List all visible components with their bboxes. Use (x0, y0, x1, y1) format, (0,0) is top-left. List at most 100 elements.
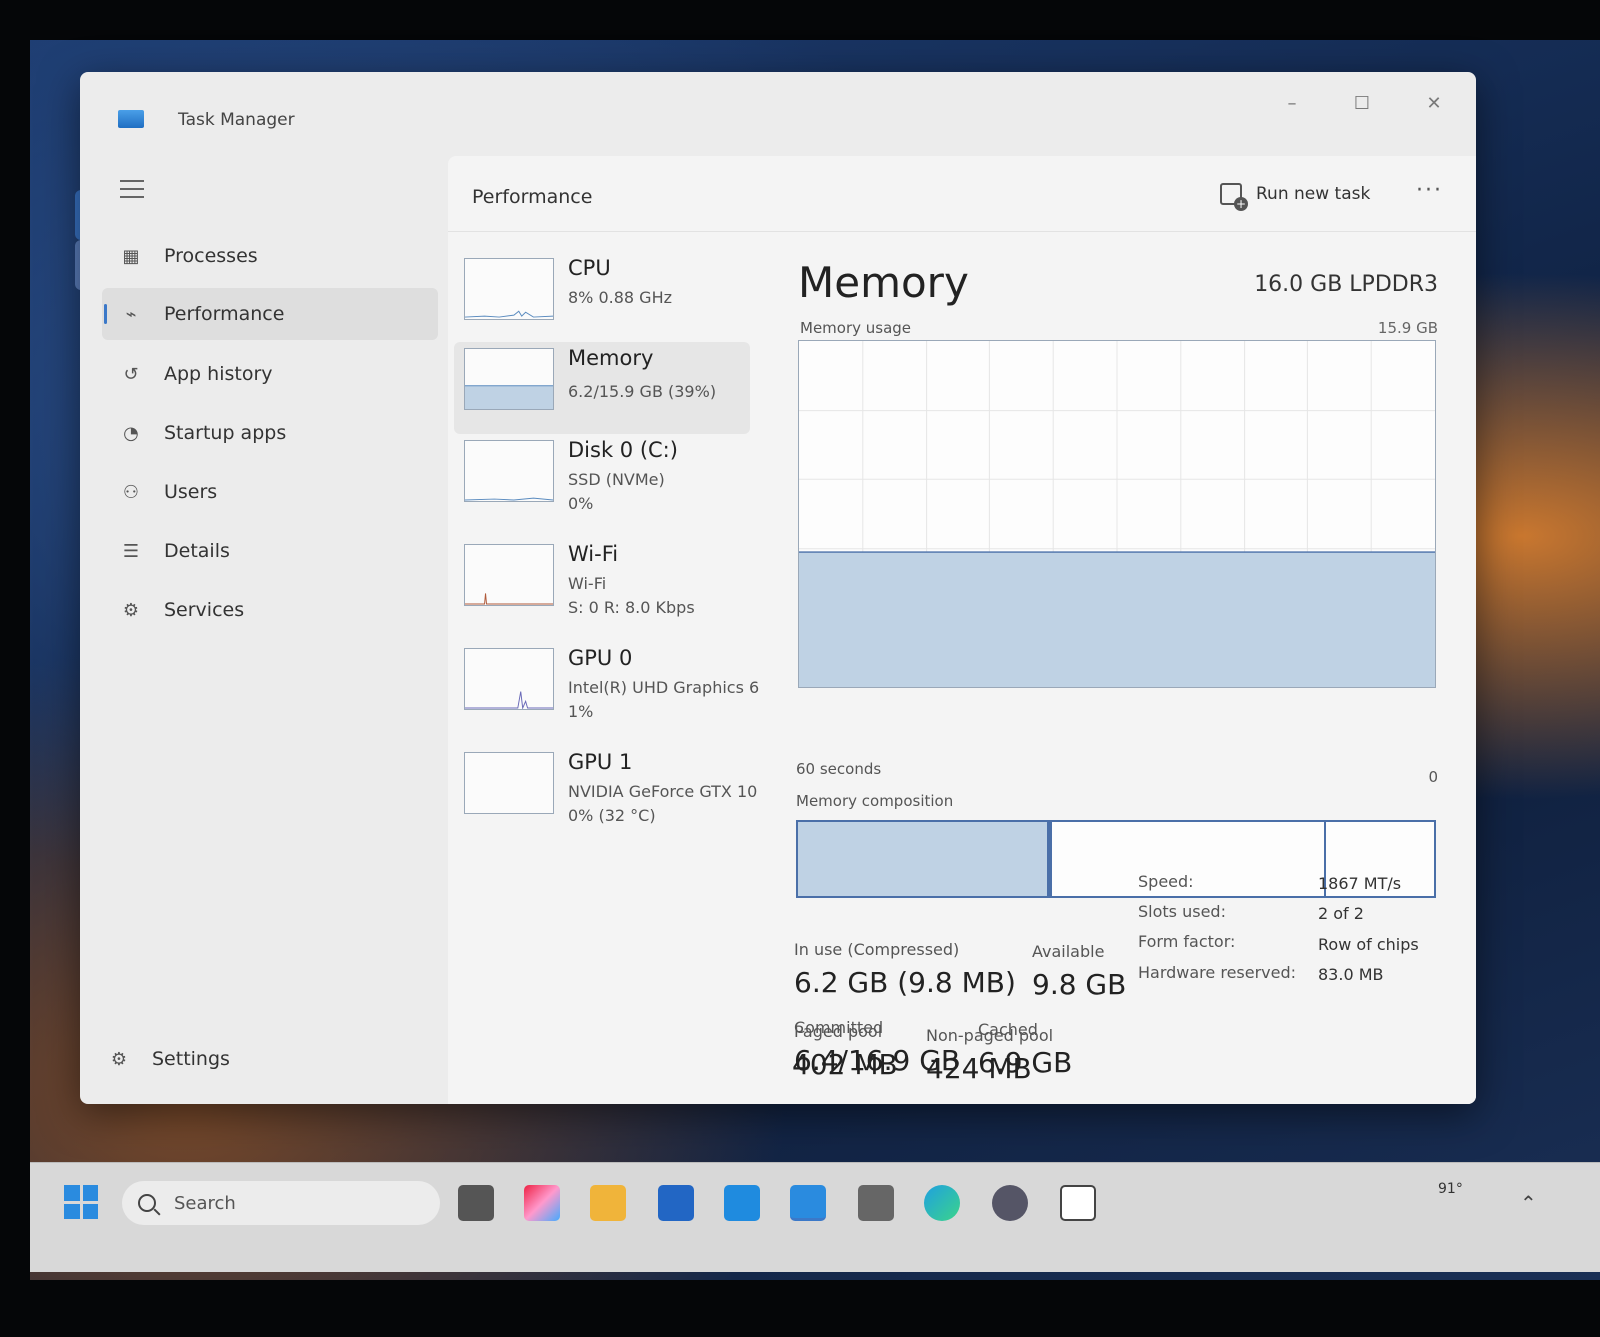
resource-name: GPU 0 (568, 646, 633, 670)
resource-name: Disk 0 (C:) (568, 438, 678, 462)
details-icon: ☰ (122, 540, 140, 562)
sidebar-item-users[interactable]: ⚇ Users (102, 466, 438, 518)
window-title: Task Manager (178, 110, 295, 130)
resource-detail: Intel(R) UHD Graphics 6 (568, 678, 760, 697)
resource-detail: NVIDIA GeForce GTX 10 (568, 782, 758, 801)
sidebar-item-label: Details (164, 540, 230, 562)
users-icon: ⚇ (122, 481, 140, 503)
title-bar[interactable]: Task Manager – ☐ ✕ (80, 72, 1476, 152)
composition-label: Memory composition (796, 792, 954, 810)
resource-detail: 6.2/15.9 GB (39%) (568, 382, 717, 401)
slots-label: Slots used: (1138, 902, 1226, 921)
gpu0-thumbnail-graph (464, 648, 554, 710)
resource-detail-2: 0% (568, 494, 594, 513)
speed-value: 1867 MT/s (1318, 874, 1402, 893)
task-manager-app-icon (118, 110, 144, 128)
wifi-thumbnail-graph (464, 544, 554, 606)
search-placeholder: Search (174, 1192, 236, 1214)
resource-name: Memory (568, 346, 654, 370)
search-icon (138, 1194, 156, 1212)
sidebar-item-label: App history (164, 363, 273, 385)
main-panel: Performance Run new task ··· CPU 8% 0.88… (448, 156, 1476, 1104)
services-icon: ⚙ (122, 599, 140, 621)
speed-label: Speed: (1138, 872, 1194, 891)
time-axis-start: 60 seconds (796, 760, 882, 778)
sidebar-item-processes[interactable]: ▦ Processes (102, 230, 438, 282)
settings-taskbar-icon[interactable] (992, 1185, 1028, 1221)
form-factor-label: Form factor: (1138, 932, 1236, 951)
sidebar-item-label: Performance (164, 303, 285, 325)
usage-graph-label: Memory usage (800, 319, 912, 337)
in-use-value: 6.2 GB (9.8 MB) (794, 966, 1016, 999)
taskbar: Search 91° ⌃ (30, 1162, 1600, 1272)
resource-name: Wi-Fi (568, 542, 619, 566)
main-header: Performance Run new task ··· (448, 156, 1476, 232)
run-task-label: Run new task (1256, 184, 1371, 204)
resource-detail: 8% 0.88 GHz (568, 288, 673, 307)
slots-value: 2 of 2 (1318, 904, 1364, 923)
performance-icon: ⌁ (125, 303, 137, 325)
weather-widget[interactable]: 91° (1438, 1181, 1463, 1197)
memory-spec: 16.0 GB LPDDR3 (1254, 272, 1438, 297)
taskbar-search-input[interactable]: Search (122, 1181, 440, 1225)
resource-detail-2: S: 0 R: 8.0 Kbps (568, 598, 695, 617)
cpu-thumbnail-graph (464, 258, 554, 320)
chevron-up-icon[interactable]: ⌃ (1520, 1191, 1537, 1215)
more-options-button[interactable]: ··· (1416, 178, 1443, 203)
resource-item-disk[interactable]: Disk 0 (C:) SSD (NVMe) 0% (454, 434, 750, 526)
file-explorer-icon[interactable] (590, 1185, 626, 1221)
resource-detail-2: 0% (32 °C) (568, 806, 656, 825)
startup-icon: ◔ (123, 422, 139, 444)
sidebar-item-app-history[interactable]: ↺ App history (102, 348, 438, 400)
available-value: 9.8 GB (1032, 968, 1127, 1001)
usage-graph-max: 15.9 GB (1377, 319, 1438, 337)
sidebar-item-startup-apps[interactable]: ◔ Startup apps (102, 407, 438, 459)
time-axis-end: 0 (1428, 768, 1438, 786)
hardware-reserved-value: 83.0 MB (1318, 965, 1384, 984)
resource-item-gpu-0[interactable]: GPU 0 Intel(R) UHD Graphics 6 1% (454, 642, 759, 734)
form-factor-value: Row of chips (1318, 935, 1419, 954)
resource-item-wifi[interactable]: Wi-Fi Wi-Fi S: 0 R: 8.0 Kbps (454, 538, 750, 630)
close-button[interactable]: ✕ (1414, 84, 1454, 124)
app-taskbar-icon-2[interactable] (1060, 1185, 1096, 1221)
minimize-button[interactable]: – (1272, 84, 1312, 124)
hardware-reserved-label: Hardware reserved: (1138, 963, 1297, 982)
mail-icon[interactable] (724, 1185, 760, 1221)
gear-icon: ⚙ (110, 1048, 128, 1070)
task-view-icon[interactable] (458, 1185, 494, 1221)
resource-item-gpu-1[interactable]: GPU 1 NVIDIA GeForce GTX 10 0% (32 °C) (454, 746, 757, 838)
resource-detail: SSD (NVMe) (568, 470, 665, 489)
start-windows-icon[interactable] (64, 1185, 98, 1219)
settings-label: Settings (152, 1048, 230, 1070)
sidebar-item-settings[interactable]: ⚙ Settings (102, 1048, 230, 1070)
processes-icon: ▦ (122, 245, 140, 267)
edge-icon[interactable] (924, 1185, 960, 1221)
usage-area (799, 552, 1435, 687)
resource-item-cpu[interactable]: CPU 8% 0.88 GHz (454, 252, 750, 344)
resource-detail: Wi-Fi (568, 574, 607, 593)
in-use-label: In use (Compressed) (794, 940, 960, 959)
copilot-icon[interactable] (524, 1185, 560, 1221)
run-task-icon (1220, 183, 1248, 211)
store-icon[interactable] (658, 1185, 694, 1221)
non-paged-pool-value: 424 MB (926, 1052, 1032, 1085)
task-manager-taskbar-icon[interactable] (790, 1185, 826, 1221)
page-title: Performance (472, 186, 593, 208)
sidebar-item-details[interactable]: ☰ Details (102, 525, 438, 577)
paged-pool-value: 402 MB (792, 1048, 898, 1081)
sidebar-item-label: Users (164, 481, 218, 503)
detail-title: Memory (798, 258, 969, 307)
memory-usage-graph (798, 340, 1436, 688)
hamburger-menu-icon[interactable] (120, 180, 144, 200)
sidebar-item-label: Startup apps (164, 422, 287, 444)
resource-item-memory[interactable]: Memory 6.2/15.9 GB (39%) (454, 342, 750, 434)
composition-in-use[interactable] (798, 822, 1053, 896)
sidebar-item-performance[interactable]: ⌁ Performance (102, 288, 438, 340)
run-new-task-button[interactable]: Run new task (1220, 178, 1371, 211)
sidebar-item-label: Processes (164, 245, 258, 267)
maximize-button[interactable]: ☐ (1342, 84, 1382, 124)
sidebar-item-services[interactable]: ⚙ Services (102, 584, 438, 636)
app-taskbar-icon[interactable] (858, 1185, 894, 1221)
memory-thumbnail-graph (464, 348, 554, 410)
resource-detail-2: 1% (568, 702, 594, 721)
